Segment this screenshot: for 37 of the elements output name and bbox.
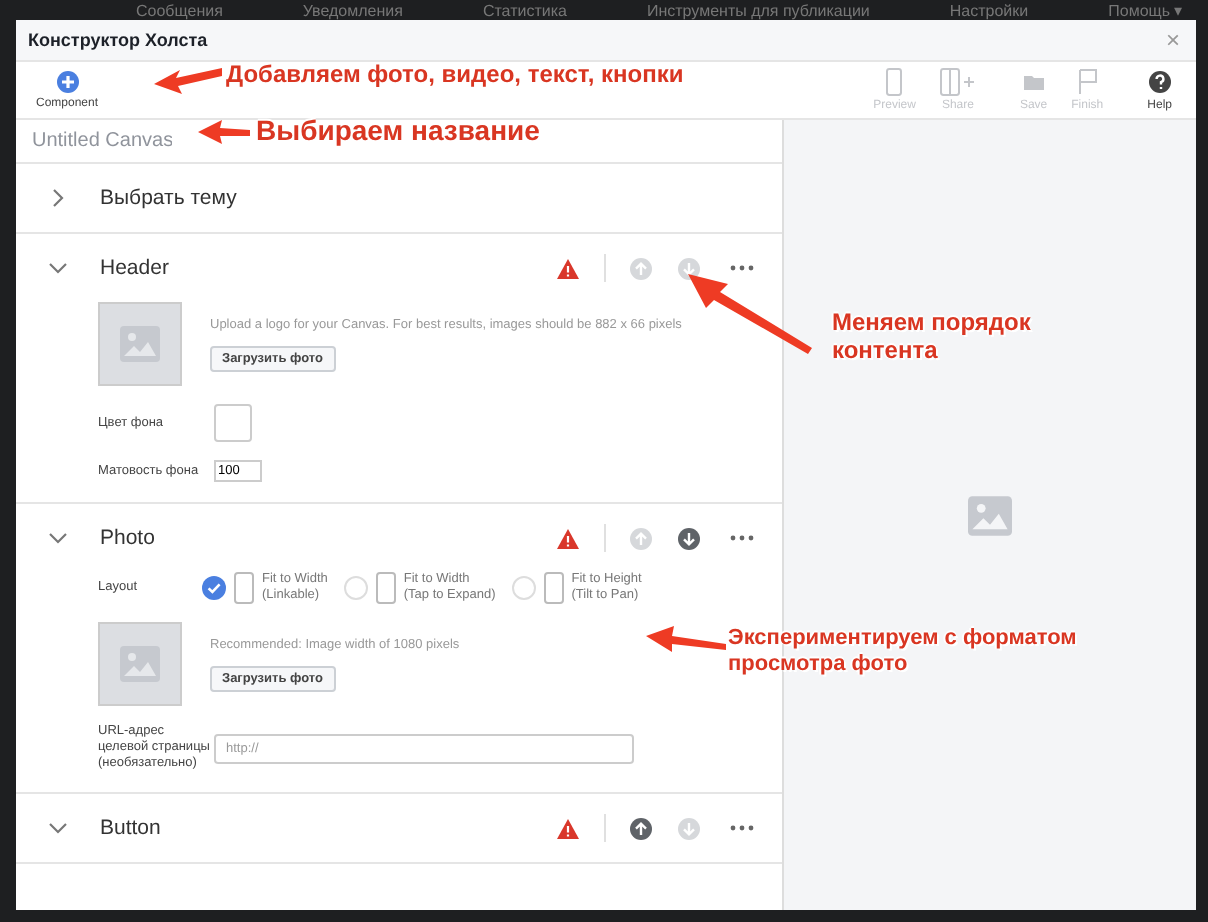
help-icon <box>1147 68 1172 96</box>
section-title: Выбрать тему <box>100 186 237 210</box>
radio-button[interactable] <box>511 576 536 600</box>
phone-icon <box>234 572 254 604</box>
radio-button[interactable] <box>343 576 368 600</box>
annotation-text: Добавляем фото, видео, текст, кнопки <box>226 60 686 89</box>
window-title: Конструктор Холста <box>28 30 208 50</box>
move-down-icon[interactable] <box>678 527 700 549</box>
phone-icon <box>375 572 396 604</box>
chevron-icon[interactable] <box>48 188 68 208</box>
phone-icon <box>543 572 564 604</box>
more-icon[interactable] <box>730 824 754 832</box>
chevron-icon[interactable] <box>48 258 68 278</box>
chevron-icon[interactable] <box>48 818 68 838</box>
section-title: Button <box>100 816 161 840</box>
section-title: Header <box>100 256 169 280</box>
phone-plus-icon <box>939 68 976 96</box>
move-down-icon[interactable] <box>678 257 700 279</box>
phone-icon <box>882 68 907 96</box>
radio-button[interactable] <box>202 576 226 600</box>
arrow <box>196 118 252 146</box>
close-button[interactable]: × <box>1161 28 1184 52</box>
image-icon <box>120 326 160 362</box>
chevron-icon[interactable] <box>48 528 68 548</box>
more-icon[interactable] <box>730 534 754 542</box>
color-swatch[interactable] <box>214 404 252 442</box>
add-icon <box>55 70 80 94</box>
arrow <box>686 268 814 356</box>
annotation-text: Меняем порядок контента <box>832 308 1033 366</box>
annotation-text: Выбираем название <box>256 114 542 148</box>
annotation-text: Экспериментируем с форматом просмотра фото <box>728 626 1079 679</box>
flag-icon <box>1075 68 1100 96</box>
image-icon <box>968 495 1012 535</box>
section-title: Photo <box>100 526 155 550</box>
more-icon[interactable] <box>730 264 754 272</box>
image-icon <box>120 646 160 682</box>
move-up-icon[interactable] <box>630 817 652 839</box>
